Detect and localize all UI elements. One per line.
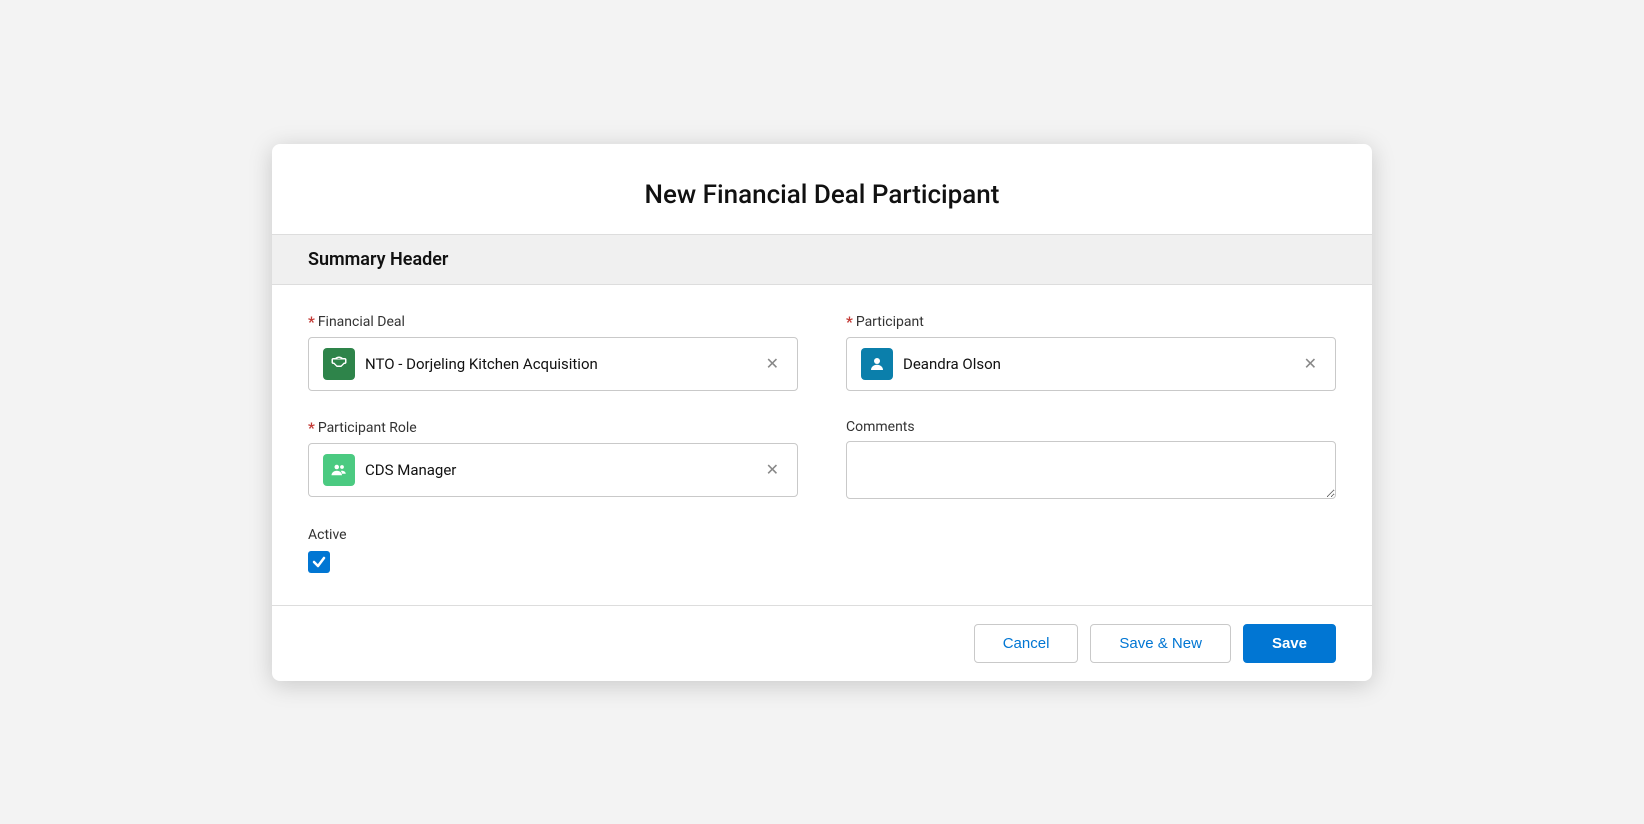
- participant-role-input[interactable]: CDS Manager ✕: [308, 443, 798, 497]
- active-checkbox-container: [308, 551, 1336, 573]
- active-label: Active: [308, 527, 1336, 543]
- modal-title: New Financial Deal Participant: [272, 144, 1372, 234]
- form-row-1: * Financial Deal NTO - Dorjeling Kitchen…: [308, 313, 1336, 391]
- comments-label: Comments: [846, 419, 1336, 435]
- role-svg: [330, 461, 348, 479]
- participant-clear[interactable]: ✕: [1300, 354, 1321, 374]
- form-body: * Financial Deal NTO - Dorjeling Kitchen…: [272, 285, 1372, 605]
- participant-role-label: * Participant Role: [308, 419, 798, 437]
- financial-deal-input[interactable]: NTO - Dorjeling Kitchen Acquisition ✕: [308, 337, 798, 391]
- financial-deal-group: * Financial Deal NTO - Dorjeling Kitchen…: [308, 313, 798, 391]
- participant-icon: [861, 348, 893, 380]
- handshake-svg: [330, 355, 348, 373]
- financial-deal-clear[interactable]: ✕: [762, 354, 783, 374]
- participant-value: Deandra Olson: [903, 355, 1290, 373]
- form-row-2: * Participant Role CDS Manager: [308, 419, 1336, 499]
- modal-container: New Financial Deal Participant Summary H…: [272, 144, 1372, 681]
- participant-label: * Participant: [846, 313, 1336, 331]
- financial-deal-icon: [323, 348, 355, 380]
- financial-deal-value: NTO - Dorjeling Kitchen Acquisition: [365, 355, 752, 373]
- financial-deal-required: *: [308, 313, 315, 331]
- person-svg: [868, 355, 886, 373]
- active-group: Active: [308, 527, 1336, 573]
- modal-footer: Cancel Save & New Save: [272, 606, 1372, 681]
- cancel-button[interactable]: Cancel: [974, 624, 1079, 663]
- section-header: Summary Header: [272, 234, 1372, 285]
- role-icon: [323, 454, 355, 486]
- participant-role-required: *: [308, 419, 315, 437]
- participant-role-value: CDS Manager: [365, 461, 752, 479]
- participant-role-clear[interactable]: ✕: [762, 460, 783, 480]
- save-new-button[interactable]: Save & New: [1090, 624, 1231, 663]
- participant-role-group: * Participant Role CDS Manager: [308, 419, 798, 499]
- comments-input[interactable]: [846, 441, 1336, 499]
- checkmark-icon: [312, 555, 326, 569]
- participant-input[interactable]: Deandra Olson ✕: [846, 337, 1336, 391]
- financial-deal-label: * Financial Deal: [308, 313, 798, 331]
- comments-group: Comments: [846, 419, 1336, 499]
- save-button[interactable]: Save: [1243, 624, 1336, 663]
- participant-group: * Participant Deandra Olson ✕: [846, 313, 1336, 391]
- participant-required: *: [846, 313, 853, 331]
- active-checkbox[interactable]: [308, 551, 330, 573]
